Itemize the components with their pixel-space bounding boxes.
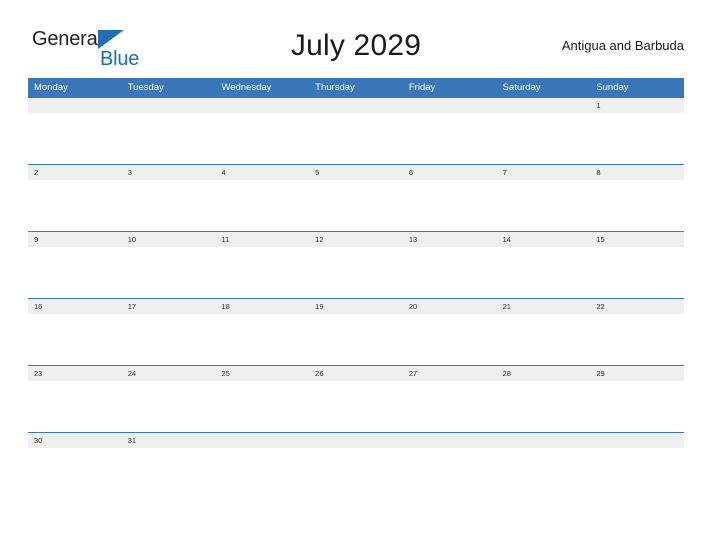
week-date-band: 2 3 4 5 6 7 8	[28, 165, 684, 180]
day-cell[interactable]: 2	[28, 165, 122, 180]
weekday-header-wednesday: Wednesday	[221, 82, 272, 93]
week-date-band: 23 24 25 26 27 28 29	[28, 366, 684, 381]
week-row: 30 31	[28, 432, 684, 499]
day-cell[interactable]: 6	[403, 165, 497, 180]
calendar-grid: Monday Tuesday Wednesday Thursday Friday…	[28, 78, 684, 499]
weekday-header-monday: Monday	[34, 82, 68, 93]
day-cell[interactable]: 27	[403, 366, 497, 381]
day-cell[interactable]	[497, 98, 591, 113]
day-cell[interactable]: 22	[590, 299, 684, 314]
week-note-area[interactable]	[28, 113, 684, 163]
day-cell[interactable]	[590, 433, 684, 448]
day-cell[interactable]	[309, 98, 403, 113]
week-date-band: 16 17 18 19 20 21 22	[28, 299, 684, 314]
page-header: General Blue July 2029 Antigua and Barbu…	[28, 22, 684, 70]
day-cell[interactable]	[403, 98, 497, 113]
day-cell[interactable]	[497, 433, 591, 448]
day-cell[interactable]: 25	[215, 366, 309, 381]
day-cell[interactable]: 4	[215, 165, 309, 180]
day-cell[interactable]: 9	[28, 232, 122, 247]
day-cell[interactable]: 23	[28, 366, 122, 381]
week-date-band: 9 10 11 12 13 14 15	[28, 232, 684, 247]
day-cell[interactable]: 7	[497, 165, 591, 180]
day-cell[interactable]: 11	[215, 232, 309, 247]
day-cell[interactable]	[122, 98, 216, 113]
weekday-header-saturday: Saturday	[502, 82, 541, 93]
day-cell[interactable]: 31	[122, 433, 216, 448]
day-cell[interactable]: 29	[590, 366, 684, 381]
week-row: 16 17 18 19 20 21 22	[28, 298, 684, 365]
day-cell[interactable]: 10	[122, 232, 216, 247]
week-note-area[interactable]	[28, 314, 684, 364]
day-cell[interactable]: 17	[122, 299, 216, 314]
week-note-area[interactable]	[28, 381, 684, 431]
day-cell[interactable]: 1	[590, 98, 684, 113]
weekday-header-row: Monday Tuesday Wednesday Thursday Friday…	[28, 78, 684, 97]
day-cell[interactable]	[28, 98, 122, 113]
weekday-header-thursday: Thursday	[315, 82, 355, 93]
day-cell[interactable]	[215, 433, 309, 448]
day-cell[interactable]	[215, 98, 309, 113]
day-cell[interactable]: 12	[309, 232, 403, 247]
week-note-area[interactable]	[28, 180, 684, 230]
weekday-header-sunday: Sunday	[596, 82, 629, 93]
day-cell[interactable]: 3	[122, 165, 216, 180]
day-cell[interactable]: 19	[309, 299, 403, 314]
week-note-area[interactable]	[28, 247, 684, 297]
day-cell[interactable]: 24	[122, 366, 216, 381]
day-cell[interactable]: 30	[28, 433, 122, 448]
day-cell[interactable]: 20	[403, 299, 497, 314]
day-cell[interactable]: 15	[590, 232, 684, 247]
day-cell[interactable]: 13	[403, 232, 497, 247]
day-cell[interactable]	[403, 433, 497, 448]
week-date-band: 30 31	[28, 433, 684, 448]
week-row: 1	[28, 97, 684, 164]
calendar-page: General Blue July 2029 Antigua and Barbu…	[0, 0, 712, 550]
day-cell[interactable]: 18	[215, 299, 309, 314]
weekday-header-tuesday: Tuesday	[127, 82, 164, 93]
country-label: Antigua and Barbuda	[561, 38, 684, 53]
day-cell[interactable]: 21	[497, 299, 591, 314]
day-cell[interactable]: 16	[28, 299, 122, 314]
day-cell[interactable]: 14	[497, 232, 591, 247]
week-note-area[interactable]	[28, 448, 684, 498]
week-row: 9 10 11 12 13 14 15	[28, 231, 684, 298]
week-date-band: 1	[28, 98, 684, 113]
day-cell[interactable]: 8	[590, 165, 684, 180]
day-cell[interactable]	[309, 433, 403, 448]
week-row: 23 24 25 26 27 28 29	[28, 365, 684, 432]
day-cell[interactable]: 28	[497, 366, 591, 381]
week-row: 2 3 4 5 6 7 8	[28, 164, 684, 231]
day-cell[interactable]: 26	[309, 366, 403, 381]
weekday-header-friday: Friday	[408, 82, 436, 93]
day-cell[interactable]: 5	[309, 165, 403, 180]
